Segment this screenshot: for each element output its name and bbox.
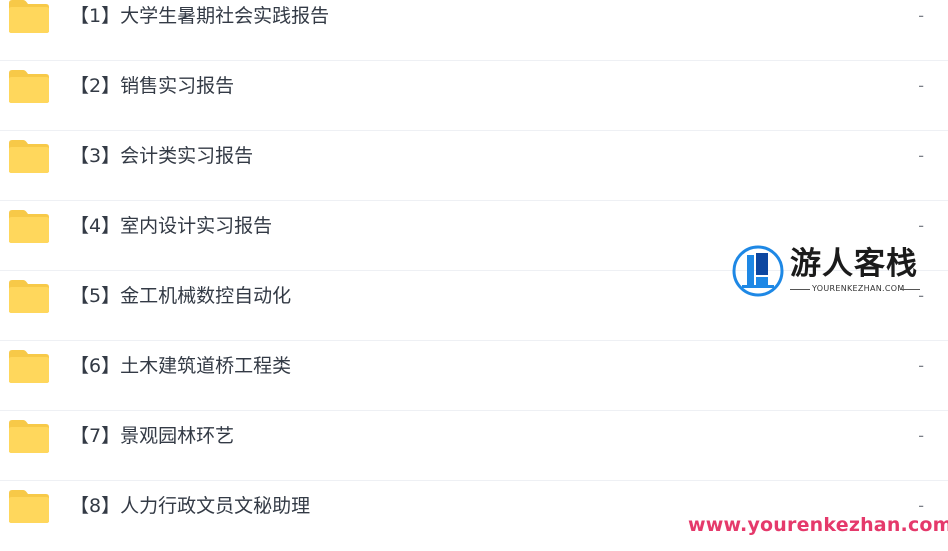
folder-size: -: [918, 286, 924, 305]
folder-name[interactable]: 【4】室内设计实习报告: [70, 214, 272, 238]
folder-size: -: [918, 146, 924, 165]
folder-icon: [9, 490, 49, 523]
folder-icon: [9, 70, 49, 103]
folder-icon: [9, 210, 49, 243]
folder-icon: [9, 420, 49, 453]
folder-row[interactable]: 【2】销售实习报告 -: [0, 61, 948, 131]
folder-size: -: [918, 496, 924, 515]
folder-row[interactable]: 【1】大学生暑期社会实践报告 -: [0, 0, 948, 61]
folder-size: -: [918, 6, 924, 25]
folder-name[interactable]: 【8】人力行政文员文秘助理: [70, 494, 310, 518]
folder-row[interactable]: 【4】室内设计实习报告 -: [0, 201, 948, 271]
folder-name[interactable]: 【6】土木建筑道桥工程类: [70, 354, 291, 378]
folder-size: -: [918, 76, 924, 95]
folder-row[interactable]: 【7】景观园林环艺 -: [0, 411, 948, 481]
folder-icon: [9, 140, 49, 173]
folder-row[interactable]: 【8】人力行政文员文秘助理 -: [0, 481, 948, 551]
folder-size: -: [918, 356, 924, 375]
folder-name[interactable]: 【2】销售实习报告: [70, 74, 234, 98]
folder-name[interactable]: 【1】大学生暑期社会实践报告: [70, 4, 329, 28]
folder-row[interactable]: 【6】土木建筑道桥工程类 -: [0, 341, 948, 411]
folder-size: -: [918, 216, 924, 235]
folder-icon: [9, 350, 49, 383]
folder-row[interactable]: 【5】金工机械数控自动化 -: [0, 271, 948, 341]
folder-size: -: [918, 426, 924, 445]
folder-name[interactable]: 【5】金工机械数控自动化: [70, 284, 291, 308]
folder-row[interactable]: 【3】会计类实习报告 -: [0, 131, 948, 201]
folder-icon: [9, 280, 49, 313]
folder-name[interactable]: 【3】会计类实习报告: [70, 144, 253, 168]
folder-name[interactable]: 【7】景观园林环艺: [70, 424, 234, 448]
folder-icon: [9, 0, 49, 33]
